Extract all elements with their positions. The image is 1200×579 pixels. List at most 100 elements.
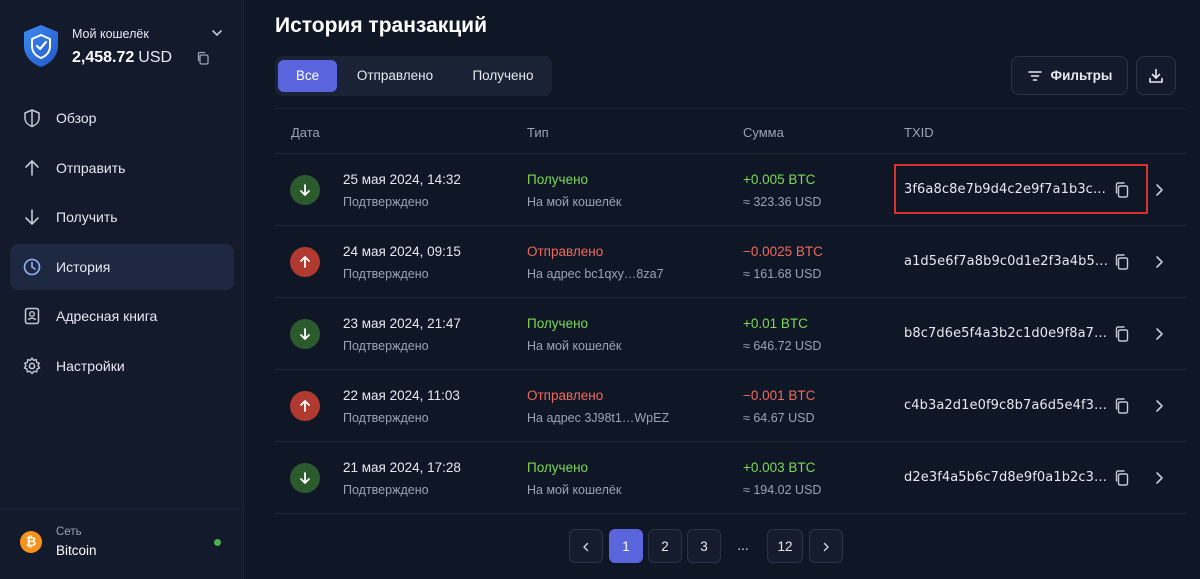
row-fiat-amount: ≈ 323.36 USD bbox=[743, 195, 822, 209]
table-header: Дата Тип Сумма TXID bbox=[275, 108, 1187, 154]
received-arrow-down-icon bbox=[290, 175, 320, 205]
sidebar: Мой кошелёк 2,458.72 USD Обзор Отправить … bbox=[0, 0, 244, 579]
row-fiat-amount: ≈ 161.68 USD bbox=[743, 267, 822, 281]
row-type-detail: На мой кошелёк bbox=[527, 483, 622, 497]
tab-received[interactable]: Получено bbox=[455, 60, 551, 92]
sidebar-item-settings[interactable]: Настройки bbox=[10, 343, 234, 389]
pagination-page-3[interactable]: 3 bbox=[687, 529, 721, 563]
chevron-left-icon bbox=[583, 542, 589, 552]
transactions-table: Дата Тип Сумма TXID 25 мая 2024, 14:32 П… bbox=[275, 108, 1187, 514]
wallet-balance: 2,458.72 USD bbox=[72, 49, 172, 67]
received-arrow-down-icon bbox=[290, 463, 320, 493]
row-fiat-amount: ≈ 194.02 USD bbox=[743, 483, 822, 497]
row-type-detail: На адрес bc1qxy…8za7 bbox=[527, 267, 664, 281]
chevron-right-icon bbox=[823, 542, 829, 552]
chevron-right-icon[interactable] bbox=[1152, 470, 1166, 486]
bitcoin-icon: ₿ bbox=[20, 531, 42, 553]
row-fiat-amount: ≈ 646.72 USD bbox=[743, 339, 822, 353]
sidebar-item-label: Настройки bbox=[56, 357, 125, 374]
row-status: Подтверждено bbox=[343, 483, 429, 497]
pagination-prev-button[interactable] bbox=[569, 529, 603, 563]
row-type: Получено bbox=[527, 316, 589, 331]
wallet-selector[interactable]: Мой кошелёк 2,458.72 USD bbox=[22, 24, 226, 70]
chevron-right-icon[interactable] bbox=[1152, 326, 1166, 342]
row-date: 21 мая 2024, 17:28 bbox=[343, 460, 461, 475]
row-txid: c4b3a2d1e0f9c8b7a6d5e4f3… bbox=[904, 398, 1108, 413]
received-arrow-down-icon bbox=[290, 319, 320, 349]
sidebar-item-label: Отправить bbox=[56, 159, 126, 176]
row-amount: +0.01 BTC bbox=[743, 316, 808, 331]
row-status: Подтверждено bbox=[343, 339, 429, 353]
row-date: 22 мая 2024, 11:03 bbox=[343, 388, 460, 403]
table-row[interactable]: 25 мая 2024, 14:32 Подтверждено Получено… bbox=[275, 154, 1187, 226]
sidebar-item-label: Адресная книга bbox=[56, 308, 158, 325]
chevron-down-icon[interactable] bbox=[210, 26, 224, 40]
row-type: Получено bbox=[527, 460, 589, 475]
column-header-amount: Сумма bbox=[743, 125, 784, 140]
chevron-right-icon[interactable] bbox=[1152, 254, 1166, 270]
column-header-date: Дата bbox=[291, 125, 320, 140]
contacts-icon bbox=[24, 308, 40, 325]
sidebar-item-address-book[interactable]: Адресная книга bbox=[10, 293, 234, 339]
row-txid: a1d5e6f7a8b9c0d1e2f3a4b5… bbox=[904, 254, 1108, 269]
sidebar-nav: Обзор Отправить Получить История Адресна… bbox=[10, 95, 234, 393]
sidebar-item-label: Получить bbox=[56, 209, 118, 226]
row-txid: d2e3f4a5b6c7d8e9f0a1b2c3… bbox=[904, 470, 1108, 485]
download-button[interactable] bbox=[1136, 56, 1176, 95]
arrow-down-icon bbox=[25, 209, 39, 225]
filters-button-label: Фильтры bbox=[1050, 68, 1113, 83]
filters-button[interactable]: Фильтры bbox=[1011, 56, 1128, 95]
chevron-right-icon[interactable] bbox=[1152, 398, 1166, 414]
row-date: 23 мая 2024, 21:47 bbox=[343, 316, 461, 331]
sidebar-item-label: История bbox=[56, 258, 111, 275]
table-row[interactable]: 22 мая 2024, 11:03 Подтверждено Отправле… bbox=[275, 370, 1187, 442]
row-date: 25 мая 2024, 14:32 bbox=[343, 172, 461, 187]
row-type: Отправлено bbox=[527, 244, 604, 259]
copy-icon[interactable] bbox=[1113, 253, 1131, 271]
copy-icon[interactable] bbox=[1113, 325, 1131, 343]
sidebar-item-send[interactable]: Отправить bbox=[10, 145, 234, 191]
network-label: Сеть bbox=[56, 526, 82, 538]
row-status: Подтверждено bbox=[343, 195, 429, 209]
pagination-page-1[interactable]: 1 bbox=[609, 529, 643, 563]
sidebar-item-overview[interactable]: Обзор bbox=[10, 95, 234, 141]
sent-arrow-up-icon bbox=[290, 391, 320, 421]
gear-icon bbox=[23, 357, 41, 375]
wallet-balance-currency: USD bbox=[138, 49, 173, 66]
row-txid: b8c7d6e5f4a3b2c1d0e9f8a7… bbox=[904, 326, 1108, 341]
sidebar-item-receive[interactable]: Получить bbox=[10, 194, 234, 240]
network-status-dot bbox=[214, 539, 221, 546]
network-selector[interactable]: ₿ Сеть Bitcoin bbox=[0, 509, 244, 579]
pagination-next-button[interactable] bbox=[809, 529, 843, 563]
filter-icon bbox=[1027, 70, 1042, 81]
row-type-detail: На мой кошелёк bbox=[527, 339, 622, 353]
tab-all[interactable]: Все bbox=[278, 60, 337, 92]
table-row[interactable]: 21 мая 2024, 17:28 Подтверждено Получено… bbox=[275, 442, 1187, 514]
row-status: Подтверждено bbox=[343, 411, 429, 425]
network-value: Bitcoin bbox=[56, 543, 97, 558]
wallet-shield-logo-icon bbox=[24, 25, 58, 67]
arrow-up-icon bbox=[25, 159, 39, 176]
row-amount: −0.001 BTC bbox=[743, 388, 816, 403]
row-type: Отправлено bbox=[527, 388, 604, 403]
tab-sent[interactable]: Отправлено bbox=[343, 60, 447, 92]
copy-icon[interactable] bbox=[1113, 181, 1131, 199]
copy-icon[interactable] bbox=[1113, 469, 1131, 487]
wallet-balance-amount: 2,458.72 bbox=[72, 49, 135, 66]
chevron-right-icon[interactable] bbox=[1152, 182, 1166, 198]
column-header-txid: TXID bbox=[904, 125, 934, 140]
sidebar-item-label: Обзор bbox=[56, 110, 97, 126]
copy-icon[interactable] bbox=[1113, 397, 1131, 415]
table-row[interactable]: 23 мая 2024, 21:47 Подтверждено Получено… bbox=[275, 298, 1187, 370]
pagination-page-2[interactable]: 2 bbox=[648, 529, 682, 563]
row-amount: −0.0025 BTC bbox=[743, 244, 823, 259]
row-amount: +0.005 BTC bbox=[743, 172, 816, 187]
table-row[interactable]: 24 мая 2024, 09:15 Подтверждено Отправле… bbox=[275, 226, 1187, 298]
pagination-page-last[interactable]: 12 bbox=[767, 529, 803, 563]
sidebar-item-history[interactable]: История bbox=[10, 243, 234, 290]
sent-arrow-up-icon bbox=[290, 247, 320, 277]
copy-balance-icon[interactable] bbox=[196, 51, 210, 65]
row-status: Подтверждено bbox=[343, 267, 429, 281]
row-type-detail: На адрес 3J98t1…WpEZ bbox=[527, 411, 670, 425]
clock-icon bbox=[23, 258, 41, 276]
